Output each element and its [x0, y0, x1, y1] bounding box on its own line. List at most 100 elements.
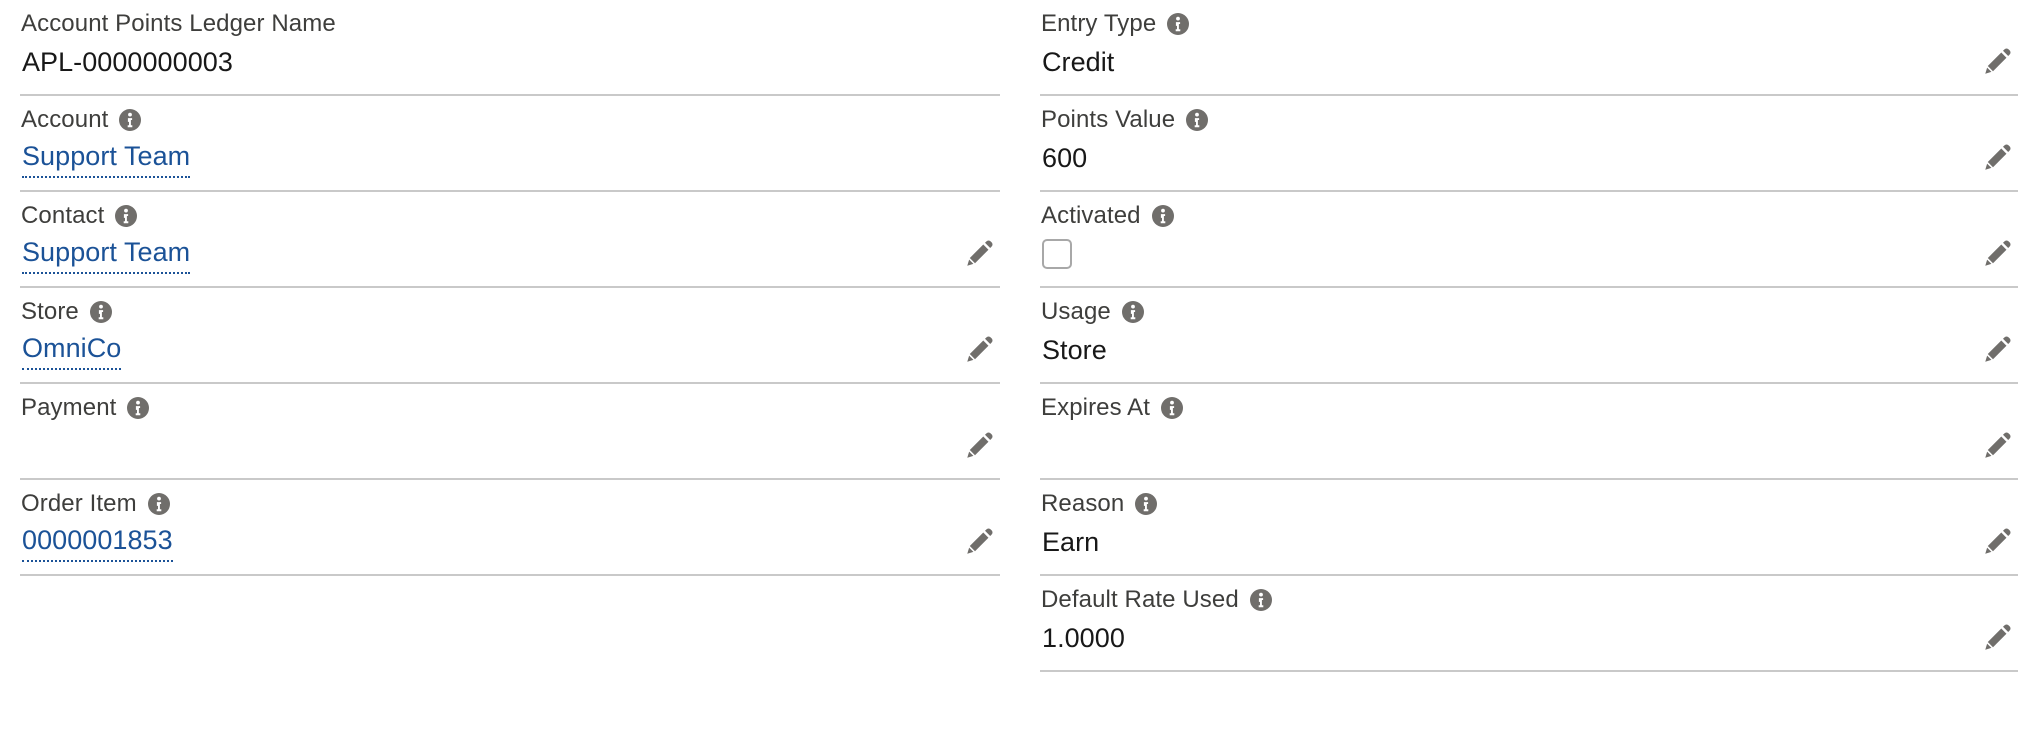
field-label: Contact [21, 202, 105, 229]
field-value-link[interactable]: Support Team [22, 139, 191, 178]
edit-pencil-icon-button[interactable] [1978, 139, 2016, 177]
field-row: Contact Support Team [20, 192, 1000, 288]
field-label-line: Account Points Ledger Name [20, 11, 1000, 37]
field-label: Reason [1041, 490, 1125, 517]
field-value-link[interactable]: 0000001853 [22, 523, 173, 562]
field-value-line [1040, 232, 2018, 276]
edit-pencil-icon-button[interactable] [1978, 427, 2016, 465]
field-value-slot: Support Team [22, 235, 191, 274]
field-value-line [20, 424, 1000, 468]
field-label-line: Usage [1040, 299, 2018, 325]
field-label-line: Reason [1040, 491, 2018, 517]
field-label: Entry Type [1041, 10, 1157, 37]
field-row: Payment [20, 384, 1000, 480]
field-label: Activated [1041, 202, 1141, 229]
field-label: Usage [1041, 298, 1111, 325]
field-row: Default Rate Used 1.0000 [1040, 576, 2018, 672]
field-value-slot: APL-0000000003 [22, 43, 233, 81]
edit-pencil-icon-button[interactable] [1978, 331, 2016, 369]
field-row: Activated [1040, 192, 2018, 288]
field-value: Store [1042, 335, 1107, 365]
field-label-line: Account [20, 107, 1000, 133]
field-label: Points Value [1041, 106, 1176, 133]
field-value-slot: OmniCo [22, 331, 122, 370]
field-value-slot: 600 [1042, 139, 1087, 177]
edit-pencil-icon-button[interactable] [960, 235, 998, 273]
field-value-slot: 1.0000 [1042, 619, 1125, 657]
info-icon[interactable] [119, 109, 142, 131]
info-icon[interactable] [1161, 397, 1184, 419]
field-label: Expires At [1041, 394, 1151, 421]
field-label-line: Default Rate Used [1040, 587, 2018, 613]
field-row: Expires At [1040, 384, 2018, 480]
field-value-slot: 0000001853 [22, 523, 173, 562]
field-label-line: Expires At [1040, 395, 2018, 421]
info-icon[interactable] [89, 301, 112, 323]
field-value-line: Support Team [20, 232, 1000, 276]
info-icon[interactable] [115, 205, 138, 227]
field-label-line: Store [20, 299, 1000, 325]
edit-pencil-icon-button[interactable] [1978, 523, 2016, 561]
field-label-line: Activated [1040, 203, 2018, 229]
field-value-line [1040, 424, 2018, 468]
info-icon[interactable] [1186, 109, 1209, 131]
edit-pencil-icon-button[interactable] [960, 523, 998, 561]
info-icon[interactable] [127, 397, 150, 419]
field-row: Account Support Team [20, 96, 1000, 192]
field-value-line: Earn [1040, 520, 2018, 564]
edit-pencil-icon-button[interactable] [1978, 43, 2016, 81]
field-label: Account Points Ledger Name [21, 10, 336, 37]
field-label-line: Points Value [1040, 107, 2018, 133]
info-icon[interactable] [1121, 301, 1144, 323]
field-value-line: OmniCo [20, 328, 1000, 372]
field-value-line: Store [1040, 328, 2018, 372]
info-icon[interactable] [1135, 493, 1158, 515]
field-row: Usage Store [1040, 288, 2018, 384]
field-value-slot: Earn [1042, 523, 1099, 561]
info-icon[interactable] [147, 493, 170, 515]
checkbox-unchecked-icon[interactable] [1042, 239, 1072, 269]
edit-pencil-icon-button[interactable] [960, 427, 998, 465]
field-value-line: APL-0000000003 [20, 40, 1000, 84]
field-label: Default Rate Used [1041, 586, 1239, 613]
field-row: Account Points Ledger Name APL-0000000003 [20, 0, 1000, 96]
field-value-line: Support Team [20, 136, 1000, 180]
field-value-slot: Credit [1042, 43, 1114, 81]
field-label-line: Order Item [20, 491, 1000, 517]
field-value-line: 0000001853 [20, 520, 1000, 564]
field-row: Order Item 0000001853 [20, 480, 1000, 576]
field-value-line: 1.0000 [1040, 616, 2018, 660]
edit-pencil-icon-button[interactable] [1978, 235, 2016, 273]
field-row: Entry Type Credit [1040, 0, 2018, 96]
field-value-line: 600 [1040, 136, 2018, 180]
field-row: Reason Earn [1040, 480, 2018, 576]
field-value-slot: Store [1042, 331, 1107, 369]
info-icon[interactable] [1167, 13, 1190, 35]
field-label-line: Payment [20, 395, 1000, 421]
record-detail-right-column: Entry Type Credit Points Value 600 Activated… [1020, 0, 2040, 752]
field-label: Order Item [21, 490, 137, 517]
edit-pencil-icon-button[interactable] [1978, 619, 2016, 657]
field-value-link[interactable]: Support Team [22, 235, 191, 274]
field-label-line: Entry Type [1040, 11, 2018, 37]
record-detail-panel: Account Points Ledger Name APL-0000000003… [0, 0, 2040, 752]
field-row: Points Value 600 [1040, 96, 2018, 192]
field-value: Earn [1042, 527, 1100, 557]
field-label-line: Contact [20, 203, 1000, 229]
field-label: Account [21, 106, 109, 133]
field-value: APL-0000000003 [22, 47, 233, 77]
record-detail-left-column: Account Points Ledger Name APL-0000000003… [0, 0, 1020, 752]
field-label: Store [21, 298, 79, 325]
field-value-slot [1042, 235, 1072, 273]
field-value: Credit [1042, 47, 1115, 77]
field-row: Store OmniCo [20, 288, 1000, 384]
info-icon[interactable] [1151, 205, 1174, 227]
info-icon[interactable] [1249, 589, 1272, 611]
field-value: 600 [1042, 143, 1088, 173]
field-value-slot: Support Team [22, 139, 191, 178]
edit-pencil-icon-button[interactable] [960, 331, 998, 369]
field-label: Payment [21, 394, 117, 421]
field-value-line: Credit [1040, 40, 2018, 84]
field-value-link[interactable]: OmniCo [22, 331, 122, 370]
field-value: 1.0000 [1042, 623, 1125, 653]
